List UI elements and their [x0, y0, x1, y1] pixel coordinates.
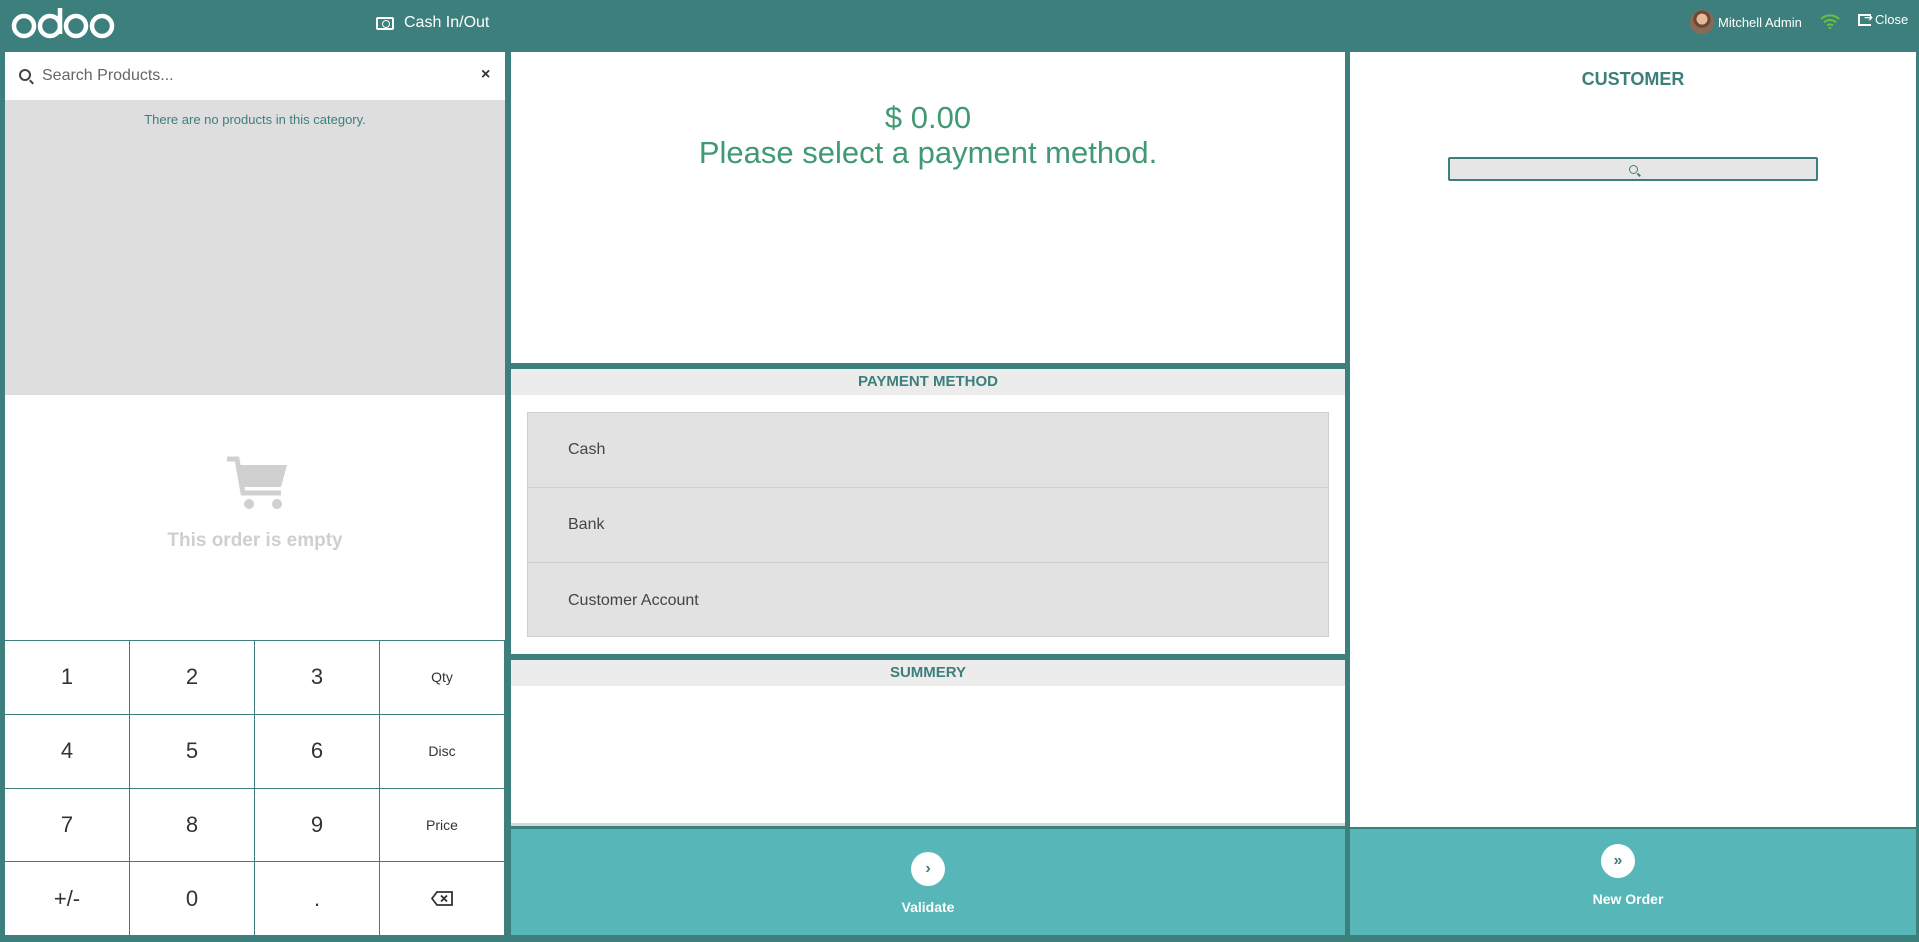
- money-icon: [376, 16, 394, 30]
- left-pane: × There are no products in this category…: [5, 52, 505, 936]
- no-products-message: There are no products in this category.: [144, 112, 366, 127]
- numpad-decimal[interactable]: .: [255, 862, 380, 936]
- search-icon: [1628, 164, 1638, 174]
- numpad-key-8[interactable]: 8: [130, 788, 255, 863]
- top-bar: Cash In/Out Mitchell Admin Close: [0, 0, 1919, 46]
- payment-method-customer-account[interactable]: Customer Account: [528, 563, 1328, 638]
- payment-amount: $ 0.00: [884, 100, 972, 135]
- payment-status-panel: $ 0.00 Please select a payment method.: [511, 52, 1345, 363]
- numpad-key-0[interactable]: 0: [130, 862, 255, 936]
- customer-header: CUSTOMER: [1581, 69, 1685, 89]
- numpad-price[interactable]: Price: [380, 788, 505, 863]
- numpad-key-3[interactable]: 3: [255, 641, 380, 715]
- user-name: Mitchell Admin: [1718, 14, 1802, 30]
- numpad-key-7[interactable]: 7: [5, 788, 130, 863]
- numpad-plus-minus[interactable]: +/-: [5, 862, 130, 936]
- shopping-cart-icon: [227, 456, 287, 509]
- numpad-disc[interactable]: Disc: [380, 714, 505, 789]
- sign-out-icon: [1858, 11, 1873, 26]
- avatar: [1690, 10, 1714, 34]
- new-order-button[interactable]: » New Order: [1350, 829, 1916, 935]
- payment-method-header: PAYMENT METHOD: [511, 369, 1345, 395]
- numpad-key-5[interactable]: 5: [130, 714, 255, 789]
- wifi-icon: [1820, 14, 1840, 29]
- payment-method-bank[interactable]: Bank: [528, 488, 1328, 563]
- search-input[interactable]: [42, 62, 462, 90]
- payment-method-list: Cash Bank Customer Account: [527, 412, 1329, 637]
- order-empty-text: This order is empty: [167, 530, 343, 551]
- backspace-icon: [431, 891, 453, 907]
- summary-header: SUMMERY: [511, 660, 1345, 686]
- numpad-key-6[interactable]: 6: [255, 714, 380, 789]
- cash-in-out-label: Cash In/Out: [404, 14, 490, 31]
- bottom-border: [0, 935, 1919, 942]
- chevron-right-icon: ›: [911, 852, 945, 886]
- payment-method-panel: PAYMENT METHOD Cash Bank Customer Accoun…: [511, 369, 1345, 654]
- payment-prompt: Please select a payment method.: [698, 135, 1158, 170]
- validate-label: Validate: [901, 899, 955, 915]
- search-icon: [19, 69, 31, 81]
- numpad-key-9[interactable]: 9: [255, 788, 380, 863]
- close-label: Close: [1875, 12, 1909, 27]
- validate-button[interactable]: › Validate: [511, 829, 1345, 935]
- customer-search-input[interactable]: [1448, 157, 1818, 181]
- numpad-key-1[interactable]: 1: [5, 641, 130, 715]
- summary-panel: SUMMERY: [511, 660, 1345, 826]
- odoo-logo: [10, 4, 120, 40]
- clear-search-icon[interactable]: ×: [481, 66, 490, 84]
- numpad: 1 2 3 Qty 4 5 6 Disc 7 8 9 Price +/- 0 .: [5, 640, 505, 936]
- cash-in-out-button[interactable]: Cash In/Out: [376, 12, 489, 34]
- payment-method-cash[interactable]: Cash: [528, 413, 1328, 488]
- numpad-key-2[interactable]: 2: [130, 641, 255, 715]
- new-order-label: New Order: [1592, 891, 1664, 907]
- numpad-key-4[interactable]: 4: [5, 714, 130, 789]
- user-menu[interactable]: Mitchell Admin: [1690, 10, 1802, 34]
- numpad-qty[interactable]: Qty: [380, 641, 505, 715]
- product-search-bar: ×: [5, 52, 505, 100]
- numpad-backspace[interactable]: [380, 862, 505, 936]
- product-list: There are no products in this category.: [5, 100, 505, 395]
- double-chevron-right-icon: »: [1601, 844, 1635, 878]
- customer-panel: CUSTOMER: [1350, 52, 1916, 827]
- close-button[interactable]: Close: [1858, 11, 1909, 27]
